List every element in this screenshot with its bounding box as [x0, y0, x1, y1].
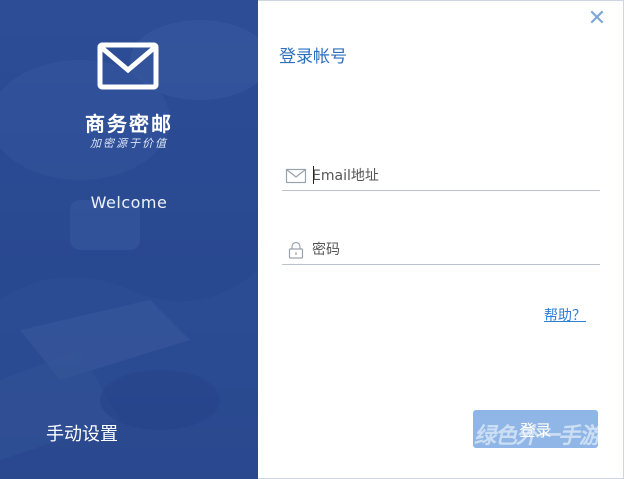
brand-panel: 商务密邮 加密源于价值 Welcome 手动设置: [0, 0, 258, 479]
help-link[interactable]: 帮助？: [544, 305, 586, 325]
close-icon[interactable]: ✕: [586, 8, 608, 30]
brand-name: 商务密邮: [85, 112, 173, 136]
manual-settings-link[interactable]: 手动设置: [46, 420, 118, 446]
form-title: 登录帐号: [279, 47, 347, 67]
text-caret: [313, 166, 314, 184]
envelope-icon: [97, 42, 159, 90]
lock-icon: [288, 241, 304, 259]
email-field: [282, 164, 600, 191]
welcome-text: Welcome: [90, 193, 168, 212]
password-field: [282, 238, 600, 265]
brand-slogan: 加密源于价值: [90, 137, 168, 150]
login-button[interactable]: 登录: [473, 410, 598, 448]
email-input[interactable]: [312, 164, 592, 188]
envelope-outline-icon: [285, 168, 307, 184]
login-window: 商务密邮 加密源于价值 Welcome 手动设置 ✕ 登录帐号 帮助？ 登录 绿…: [0, 0, 624, 479]
password-input[interactable]: [312, 238, 592, 262]
